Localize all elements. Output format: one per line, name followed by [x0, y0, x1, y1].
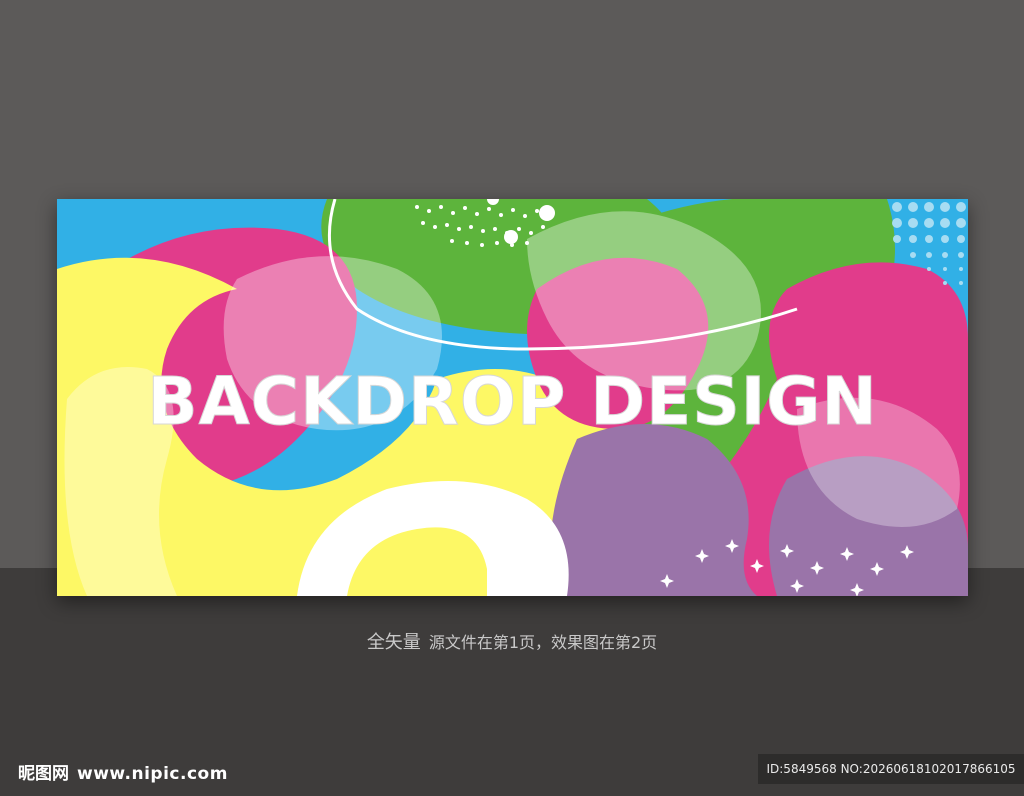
- watermark-url[interactable]: www.nipic.com: [77, 764, 228, 784]
- caption-text: 源文件在第1页，效果图在第2页: [428, 633, 658, 652]
- watermark-id: ID:5849568 NO:20260618102017866105: [758, 754, 1024, 784]
- banner-headline: BACKDROP DESIGN: [147, 363, 878, 440]
- watermark-site-name: 昵图网: [18, 764, 69, 784]
- backdrop-banner: BACKDROP DESIGN: [57, 199, 968, 596]
- watermark-logo: 昵图网 www.nipic.com: [18, 759, 228, 784]
- caption: 全矢量 源文件在第1页，效果图在第2页: [0, 628, 1024, 654]
- caption-lead: 全矢量: [366, 632, 421, 653]
